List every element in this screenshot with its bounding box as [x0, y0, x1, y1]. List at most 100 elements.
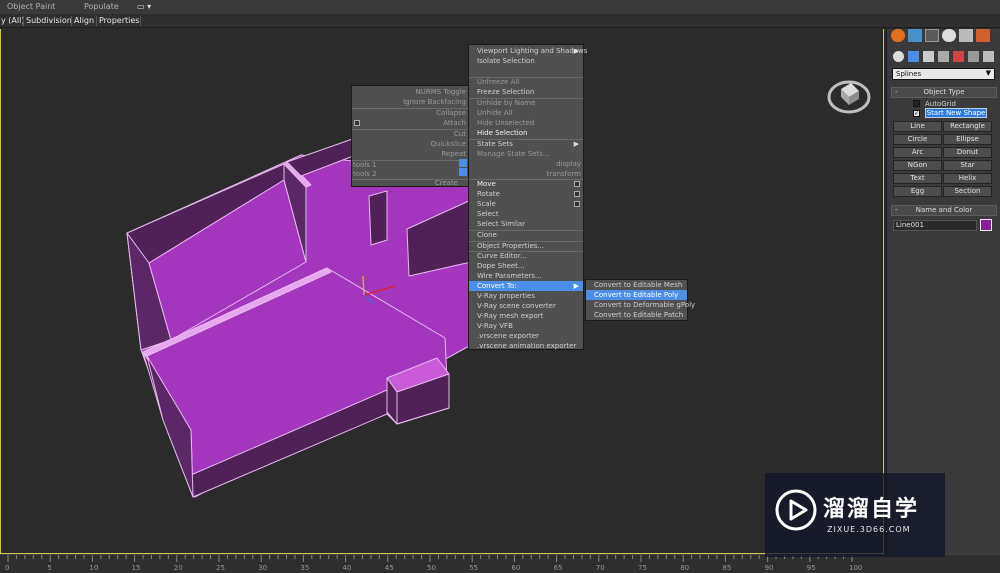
menu-isolate-selection[interactable]: Isolate Selection: [469, 56, 583, 66]
menu-vray-scene-converter[interactable]: V-Ray scene converter: [469, 301, 583, 311]
object-color-swatch[interactable]: [980, 219, 992, 231]
quad-centre-bottomleft[interactable]: [459, 168, 467, 176]
helpers-icon[interactable]: [953, 51, 964, 62]
menu-quickslice[interactable]: Quickslice: [352, 139, 474, 149]
menu-state-sets[interactable]: State Sets: [469, 139, 583, 149]
hierarchy-tab-icon[interactable]: [925, 29, 939, 42]
menu-vrscene-animation-exporter[interactable]: .vrscene animation exporter: [469, 341, 583, 351]
menu-select[interactable]: Select: [469, 209, 583, 219]
ribbon-subdivision[interactable]: Subdivision: [26, 16, 72, 25]
rotate-settings-icon[interactable]: [574, 191, 580, 197]
quad-menu-tools: NURMS Toggle Ignore Backfacing Collapse …: [351, 85, 475, 187]
object-name-field[interactable]: Line001: [893, 220, 977, 231]
menu-convert-to[interactable]: Convert To:: [469, 281, 583, 291]
menu-ignore-backfacing[interactable]: Ignore Backfacing: [352, 97, 474, 107]
viewcube-icon[interactable]: [827, 75, 871, 115]
menu-convert-editable-poly[interactable]: Convert to Editable Poly: [586, 290, 687, 300]
geometry-icon[interactable]: [893, 51, 904, 62]
spacewarps-icon[interactable]: [968, 51, 979, 62]
timeline-label: 0: [5, 564, 10, 572]
ribbon-properties[interactable]: Properties: [99, 16, 139, 25]
menu-vray-vfb[interactable]: V-Ray VFB: [469, 321, 583, 331]
menu-repeat[interactable]: Repeat: [352, 149, 474, 159]
menu-vray-properties[interactable]: V-Ray properties: [469, 291, 583, 301]
lights-icon[interactable]: [923, 51, 934, 62]
menu-collapse[interactable]: Collapse: [352, 108, 474, 118]
arc-button[interactable]: Arc: [893, 147, 942, 158]
autogrid-checkbox[interactable]: [913, 100, 920, 107]
modify-tab-icon[interactable]: [908, 29, 922, 42]
ngon-button[interactable]: NGon: [893, 160, 942, 171]
category-dropdown[interactable]: Splines ▼: [892, 68, 995, 80]
tab-object-paint[interactable]: Object Paint: [7, 2, 55, 11]
timeline-label: 20: [173, 564, 183, 572]
menu-vray-mesh-export[interactable]: V-Ray mesh export: [469, 311, 583, 321]
menu-unfreeze-all[interactable]: Unfreeze All: [469, 77, 583, 87]
move-settings-icon[interactable]: [574, 181, 580, 187]
ribbon-options-icon[interactable]: ▭ ▾: [137, 2, 151, 11]
menu-vrscene-exporter[interactable]: .vrscene exporter: [469, 331, 583, 341]
quad-label-transform: transform: [546, 170, 581, 178]
menu-nurms-toggle[interactable]: NURMS Toggle: [352, 87, 474, 97]
convert-to-submenu: Convert to Editable Mesh Convert to Edit…: [585, 279, 695, 321]
quad-menu-display-transform: Viewport Lighting and Shadows ▶ Isolate …: [468, 44, 587, 351]
timeline-label: 95: [806, 564, 816, 572]
timeline-label: 35: [300, 564, 310, 572]
circle-button[interactable]: Circle: [893, 134, 942, 145]
menu-unhide-by-name[interactable]: Unhide by Name: [469, 98, 583, 108]
tab-populate[interactable]: Populate: [84, 2, 119, 11]
menu-convert-deformable-gpoly[interactable]: Convert to Deformable gPoly: [586, 300, 695, 310]
quad-centre-topleft[interactable]: [459, 159, 467, 167]
submenu-arrow-icon: ▶: [573, 140, 579, 148]
menu-unhide-all[interactable]: Unhide All: [469, 108, 583, 118]
menu-select-similar[interactable]: Select Similar: [469, 219, 583, 229]
menu-curve-editor[interactable]: Curve Editor...: [469, 251, 583, 261]
name-and-color-rollout-header[interactable]: - Name and Color: [891, 205, 997, 216]
create-tab-icon[interactable]: [891, 29, 905, 42]
ribbon-selection-filter[interactable]: y (All): [1, 16, 24, 25]
ellipse-button[interactable]: Ellipse: [943, 134, 992, 145]
object-type-rollout-header[interactable]: - Object Type: [891, 87, 997, 98]
menu-create[interactable]: Create: [352, 178, 474, 188]
menu-object-properties[interactable]: Object Properties...: [469, 241, 583, 251]
menu-cut[interactable]: Cut: [352, 129, 474, 139]
systems-icon[interactable]: [983, 51, 994, 62]
menu-clone[interactable]: Clone: [469, 230, 583, 240]
object-type-title: Object Type: [923, 88, 965, 96]
cameras-icon[interactable]: [938, 51, 949, 62]
start-new-shape-checkbox[interactable]: ✓: [913, 110, 920, 117]
shapes-icon[interactable]: [908, 51, 919, 62]
menu-convert-editable-mesh[interactable]: Convert to Editable Mesh: [586, 280, 687, 290]
attach-settings-icon[interactable]: [354, 120, 360, 126]
watermark-subtitle: ZIXUE.3D66.COM: [827, 525, 911, 534]
timeline-label: 100: [849, 564, 863, 572]
section-button[interactable]: Section: [943, 186, 992, 197]
scale-settings-icon[interactable]: [574, 201, 580, 207]
watermark-logo: 溜溜自学 ZIXUE.3D66.COM: [765, 473, 945, 557]
menu-move[interactable]: Move: [469, 179, 583, 189]
menu-dope-sheet[interactable]: Dope Sheet...: [469, 261, 583, 271]
menu-wire-parameters[interactable]: Wire Parameters...: [469, 271, 583, 281]
utilities-tab-icon[interactable]: [976, 29, 990, 42]
text-button[interactable]: Text: [893, 173, 942, 184]
ribbon-align[interactable]: Align: [74, 16, 94, 25]
line-button[interactable]: Line: [893, 121, 942, 132]
menu-attach[interactable]: Attach: [352, 118, 474, 128]
menu-manage-state-sets[interactable]: Manage State Sets...: [469, 149, 583, 159]
menu-freeze-selection[interactable]: Freeze Selection: [469, 87, 583, 97]
motion-tab-icon[interactable]: [942, 29, 956, 42]
helix-button[interactable]: Helix: [943, 173, 992, 184]
menu-rotate[interactable]: Rotate: [469, 189, 583, 199]
menu-scale[interactable]: Scale: [469, 199, 583, 209]
donut-button[interactable]: Donut: [943, 147, 992, 158]
rectangle-button[interactable]: Rectangle: [943, 121, 992, 132]
star-button[interactable]: Star: [943, 160, 992, 171]
menu-viewport-lighting[interactable]: Viewport Lighting and Shadows: [469, 46, 587, 56]
start-new-shape-button[interactable]: Start New Shape: [925, 108, 987, 118]
menu-convert-editable-patch[interactable]: Convert to Editable Patch: [586, 310, 687, 320]
egg-button[interactable]: Egg: [893, 186, 942, 197]
menu-hide-selection[interactable]: Hide Selection: [469, 128, 583, 138]
display-tab-icon[interactable]: [959, 29, 973, 42]
menu-hide-unselected[interactable]: Hide Unselected: [469, 118, 583, 128]
timeline-label: 10: [89, 564, 99, 572]
